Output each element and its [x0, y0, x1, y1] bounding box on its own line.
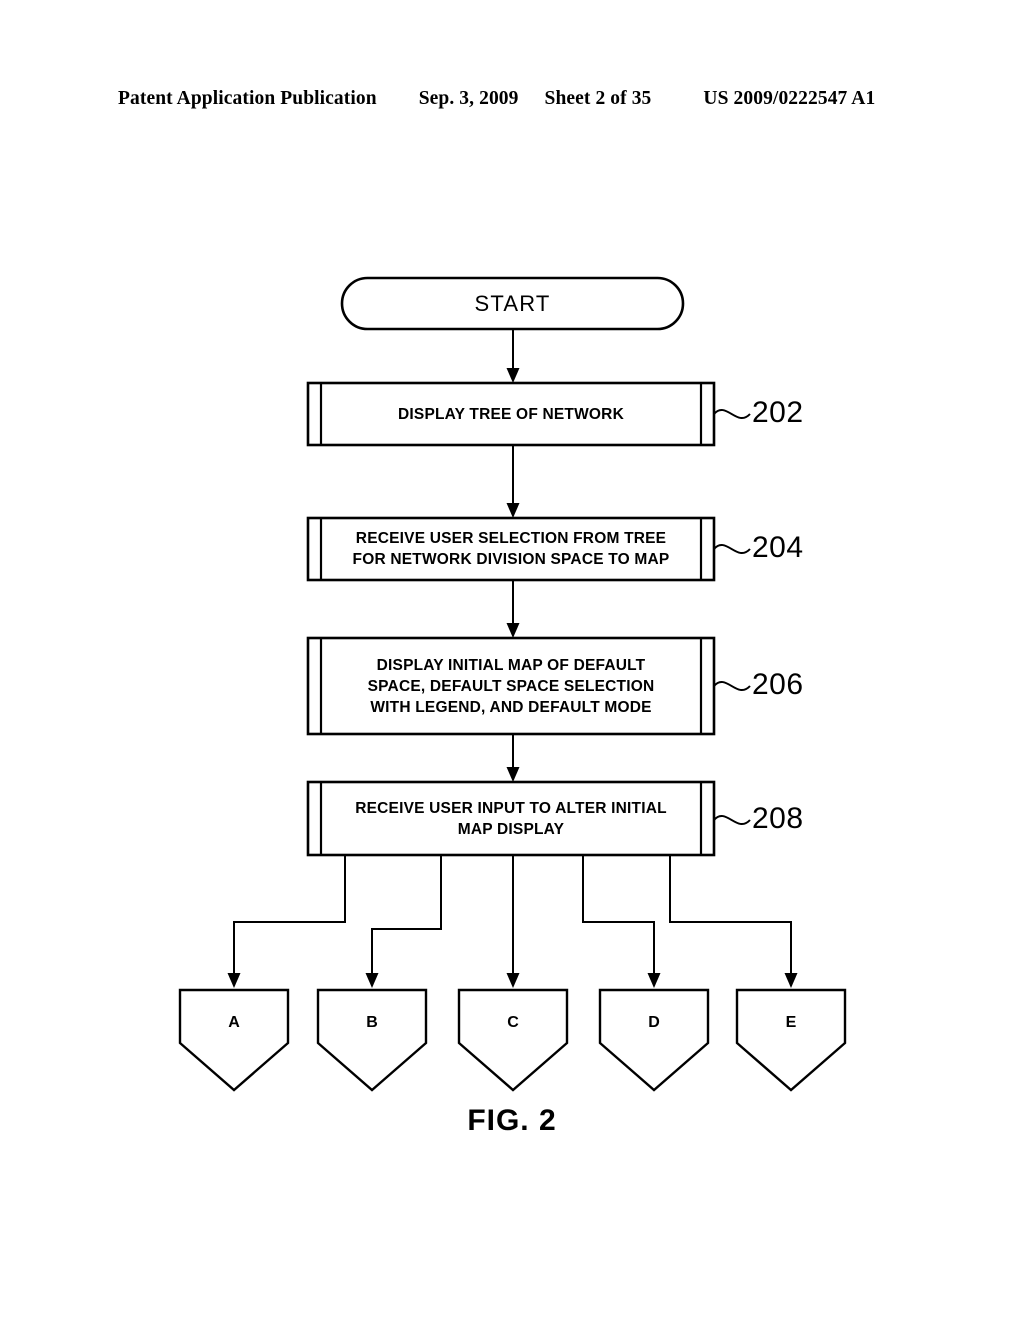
off-page-connector-a-label: A: [228, 1014, 240, 1031]
off-page-connector-e-label: E: [785, 1014, 797, 1031]
terminator-start-label: START: [474, 290, 551, 316]
off-page-connector-e-shape: [735, 988, 847, 1092]
off-page-connector-a-shape: [178, 988, 290, 1092]
reference-numeral-202: 202: [752, 396, 804, 429]
off-page-connector-c-label: C: [507, 1014, 519, 1031]
branch-line-a: [227, 855, 346, 988]
lead-line-206: [713, 680, 751, 692]
figure-caption: FIG. 2: [467, 1104, 557, 1137]
branch-line-b: [365, 855, 442, 988]
process-box-208-label: RECEIVE USER INPUT TO ALTER INITIAL MAP …: [355, 799, 667, 838]
off-page-connector-d-label: D: [648, 1014, 660, 1031]
branch-line-c: [506, 855, 520, 988]
off-page-connector-b-shape: [316, 988, 428, 1092]
patent-figure-page: Patent Application Publication Sep. 3, 2…: [0, 0, 1024, 1320]
process-box-206-label: DISPLAY INITIAL MAP OF DEFAULT SPACE, DE…: [367, 656, 655, 716]
arrow-204-to-206: [506, 580, 520, 638]
reference-numeral-208: 208: [752, 802, 804, 835]
off-page-connector-c-shape: [457, 988, 569, 1092]
reference-numeral-204: 204: [752, 531, 804, 564]
reference-numeral-206: 206: [752, 668, 804, 701]
branch-line-e: [669, 855, 798, 988]
off-page-connector-b-label: B: [366, 1014, 378, 1031]
branch-line-d: [582, 855, 661, 988]
arrow-start-to-202: [506, 329, 520, 383]
process-box-202-label: DISPLAY TREE OF NETWORK: [398, 405, 624, 423]
lead-line-204: [713, 543, 751, 555]
lead-line-208: [713, 814, 751, 826]
process-box-204-label: RECEIVE USER SELECTION FROM TREE FOR NET…: [352, 530, 670, 568]
off-page-connector-d-shape: [598, 988, 710, 1092]
arrow-206-to-208: [506, 734, 520, 782]
lead-line-202: [713, 408, 751, 420]
arrow-202-to-204: [506, 445, 520, 518]
